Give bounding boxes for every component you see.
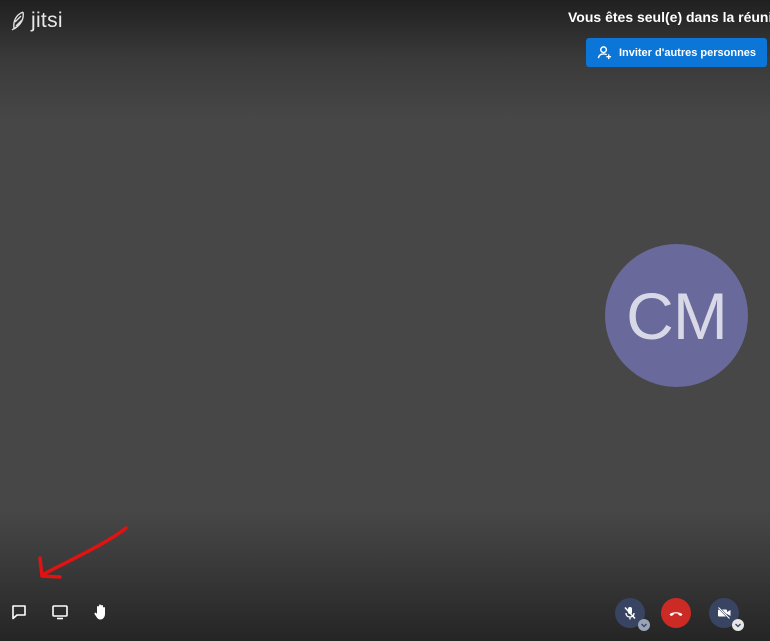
invite-button[interactable]: Inviter d'autres personnes [586, 38, 767, 67]
mic-muted-icon [624, 606, 636, 620]
raise-hand-button[interactable] [90, 601, 111, 623]
chevron-down-icon [641, 623, 647, 628]
alone-notice: Vous êtes seul(e) dans la réunion [568, 9, 770, 25]
brand-name: jitsi [31, 9, 63, 32]
jitsi-logo[interactable]: jitsi [10, 9, 63, 33]
chat-icon [11, 605, 26, 620]
camera-options-chevron[interactable] [732, 619, 744, 631]
invite-label: Inviter d'autres personnes [618, 46, 757, 59]
camera-button[interactable] [709, 598, 744, 631]
hangup-icon [669, 612, 683, 616]
jitsi-leaf-icon [11, 11, 24, 31]
toolbar-left [8, 601, 111, 623]
screen-share-button[interactable] [49, 601, 70, 623]
screen-share-icon [51, 605, 68, 620]
raise-hand-icon [93, 604, 105, 620]
camera-off-icon [717, 606, 731, 620]
chevron-down-icon [735, 623, 741, 628]
microphone-button[interactable] [615, 598, 650, 631]
participant-avatar[interactable]: CM [605, 244, 748, 387]
red-arrow-annotation [38, 526, 128, 579]
mic-options-chevron[interactable] [638, 619, 650, 631]
hangup-button[interactable] [661, 598, 691, 628]
avatar-initials: CM [626, 278, 728, 353]
add-person-icon [597, 46, 611, 60]
chat-button[interactable] [8, 601, 29, 623]
